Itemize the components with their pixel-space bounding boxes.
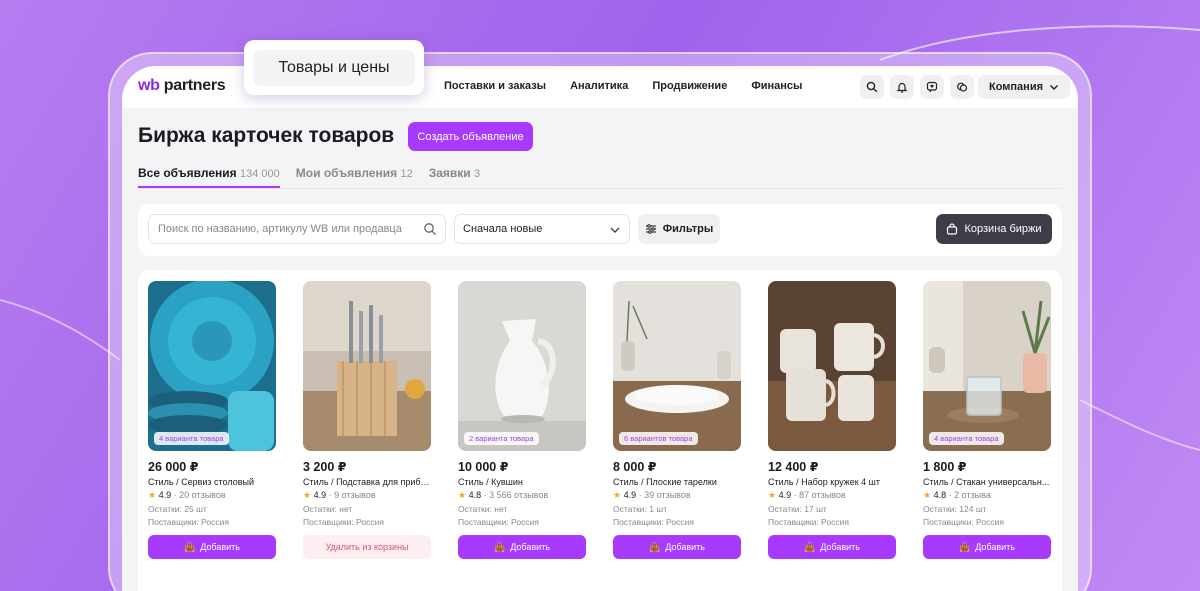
variant-badge: 4 варианта товара (929, 432, 1004, 445)
product-suppliers: Поставщики: Россия (768, 517, 849, 527)
star-icon: ★ (303, 490, 312, 500)
product-stock: Остатки: 124 шт (923, 504, 987, 514)
product-suppliers: Поставщики: Россия (148, 517, 229, 527)
filters-button[interactable]: Фильтры (638, 214, 720, 244)
product-rating: ★ 4.8 · 3 566 отзывов (458, 490, 549, 500)
search-icon[interactable] (423, 222, 437, 236)
product-name[interactable]: Стиль / Сервиз столовый (148, 477, 276, 487)
product-name[interactable]: Стиль / Плоские тарелки (613, 477, 741, 487)
product-suppliers: Поставщики: Россия (303, 517, 384, 527)
product-rating: ★ 4.9 · 20 отзывов (148, 490, 226, 500)
product-suppliers: Поставщики: Россия (458, 517, 539, 527)
star-icon: ★ (148, 490, 157, 500)
product-stock: Остатки: нет (303, 504, 353, 514)
company-selector[interactable]: Компания (978, 75, 1070, 99)
product-image[interactable] (768, 281, 896, 451)
heart-chat-icon[interactable] (920, 75, 944, 99)
product-price: 26 000 ₽ (148, 460, 199, 474)
remove-from-cart-button[interactable]: Удалить из корзины (303, 535, 431, 559)
sort-select[interactable]: Сначала новые (454, 214, 630, 244)
product-image[interactable]: 6 вариантов товара (613, 281, 741, 451)
product-rating: ★ 4.9 · 87 отзывов (768, 490, 846, 500)
chevron-down-icon (610, 227, 620, 233)
create-listing-button[interactable]: Создать объявление (408, 122, 533, 151)
product-price: 1 800 ₽ (923, 460, 967, 474)
sliders-icon (645, 224, 656, 234)
product-suppliers: Поставщики: Россия (613, 517, 694, 527)
product-stock: Остатки: 1 шт (613, 504, 668, 514)
tab-requests[interactable]: Заявки 3 (429, 166, 480, 188)
add-to-cart-button[interactable]: 👜 Добавить (148, 535, 276, 559)
tab-all-listings[interactable]: Все объявления 134 000 (138, 166, 280, 188)
star-icon: ★ (768, 490, 777, 500)
chat-icon[interactable] (950, 75, 974, 99)
chevron-down-icon (1050, 85, 1058, 90)
product-image[interactable]: 4 варианта товара (148, 281, 276, 451)
product-name[interactable]: Стиль / Стакан универсальн... (923, 477, 1051, 487)
search-icon[interactable] (860, 75, 884, 99)
search-input[interactable]: Поиск по названию, артикулу WB или прода… (148, 214, 446, 244)
bag-icon: 👜 (649, 541, 661, 552)
filter-bar: Поиск по названию, артикулу WB или прода… (138, 204, 1062, 256)
product-price: 12 400 ₽ (768, 460, 819, 474)
product-price: 10 000 ₽ (458, 460, 509, 474)
bag-icon: 👜 (804, 541, 816, 552)
product-name[interactable]: Стиль / Подставка для прибо... (303, 477, 431, 487)
star-icon: ★ (613, 490, 622, 500)
product-card[interactable]: 12 400 ₽ Стиль / Набор кружек 4 шт ★ 4.9… (768, 281, 896, 559)
header-icons (860, 75, 974, 99)
product-suppliers: Поставщики: Россия (923, 517, 1004, 527)
nav-item-finance[interactable]: Финансы (751, 80, 802, 92)
wb-partners-logo[interactable]: wb partners (138, 77, 226, 95)
product-name[interactable]: Стиль / Кувшин (458, 477, 586, 487)
product-stock: Остатки: 17 шт (768, 504, 827, 514)
bag-icon (947, 223, 958, 235)
product-name[interactable]: Стиль / Набор кружек 4 шт (768, 477, 896, 487)
product-card[interactable]: 2 варианта товара 10 000 ₽ Стиль / Кувши… (458, 281, 586, 559)
products-and-prices-label: Товары и цены (253, 49, 415, 86)
add-to-cart-button[interactable]: 👜 Добавить (613, 535, 741, 559)
star-icon: ★ (458, 490, 467, 500)
nav-item-promotion[interactable]: Продвижение (652, 80, 727, 92)
product-rating: ★ 4.9 · 39 отзывов (613, 490, 691, 500)
product-card[interactable]: 3 200 ₽ Стиль / Подставка для прибо... ★… (303, 281, 431, 559)
nav-item-supplies[interactable]: Поставки и заказы (444, 80, 546, 92)
star-icon: ★ (923, 490, 932, 500)
add-to-cart-button[interactable]: 👜 Добавить (768, 535, 896, 559)
tab-my-listings[interactable]: Мои объявления 12 (296, 166, 413, 188)
bag-icon: 👜 (959, 541, 971, 552)
product-card[interactable]: 4 варианта товара 26 000 ₽ Стиль / Серви… (148, 281, 276, 559)
bag-icon: 👜 (184, 541, 196, 552)
product-price: 3 200 ₽ (303, 460, 347, 474)
add-to-cart-button[interactable]: 👜 Добавить (458, 535, 586, 559)
exchange-cart-button[interactable]: Корзина биржи (936, 214, 1052, 244)
product-rating: ★ 4.8 · 2 отзыва (923, 490, 991, 500)
product-image[interactable]: 4 варианта товара (923, 281, 1051, 451)
tabs-divider (138, 188, 1062, 189)
product-price: 8 000 ₽ (613, 460, 657, 474)
bag-icon: 👜 (494, 541, 506, 552)
product-image[interactable] (303, 281, 431, 451)
product-card[interactable]: 4 варианта товара 1 800 ₽ Стиль / Стакан… (923, 281, 1051, 559)
app-window: wb partners Поставки и заказы Аналитика … (122, 66, 1078, 591)
main-nav: Поставки и заказы Аналитика Продвижение … (444, 80, 802, 92)
product-stock: Остатки: нет (458, 504, 508, 514)
product-card[interactable]: 6 вариантов товара 8 000 ₽ Стиль / Плоск… (613, 281, 741, 559)
products-and-prices-tooltip[interactable]: Товары и цены (244, 40, 424, 95)
bell-icon[interactable] (890, 75, 914, 99)
nav-item-analytics[interactable]: Аналитика (570, 80, 628, 92)
product-rating: ★ 4.9 · 9 отзывов (303, 490, 376, 500)
listing-tabs: Все объявления 134 000 Мои объявления 12… (138, 166, 480, 188)
variant-badge: 2 варианта товара (464, 432, 539, 445)
variant-badge: 4 варианта товара (154, 432, 229, 445)
add-to-cart-button[interactable]: 👜 Добавить (923, 535, 1051, 559)
page-title: Биржа карточек товаров (138, 124, 395, 147)
product-stock: Остатки: 25 шт (148, 504, 207, 514)
product-image[interactable]: 2 варианта товара (458, 281, 586, 451)
product-grid: 4 варианта товара 26 000 ₽ Стиль / Серви… (138, 270, 1062, 591)
variant-badge: 6 вариантов товара (619, 432, 698, 445)
